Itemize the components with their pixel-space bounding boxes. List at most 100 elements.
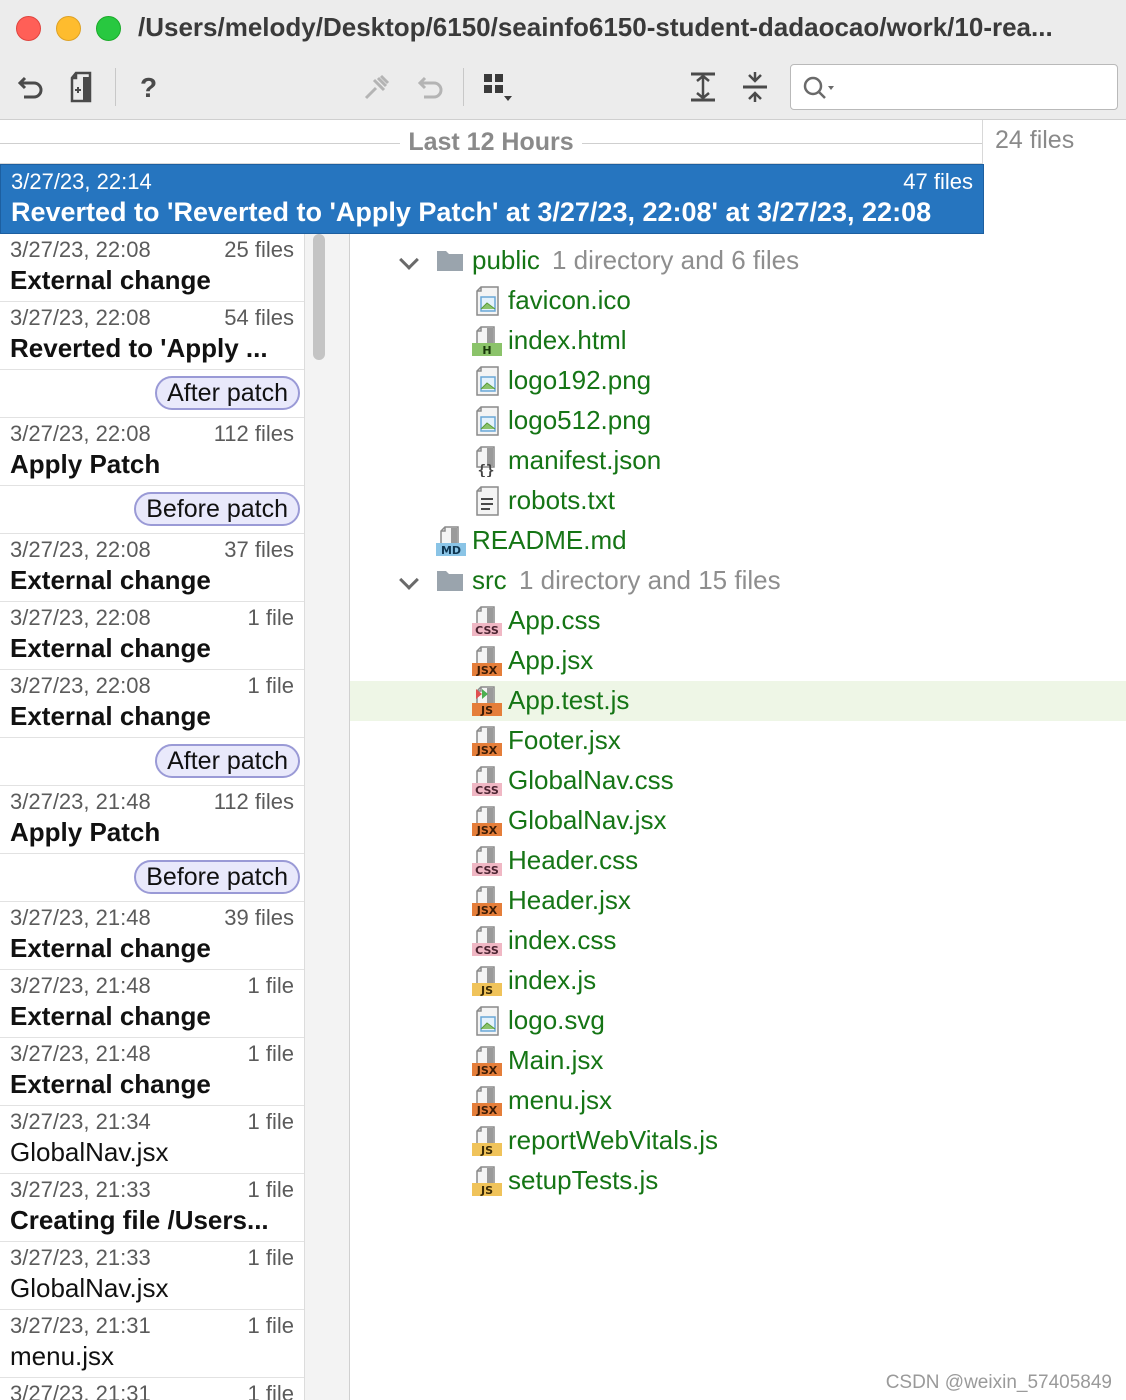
css-file-icon: CSS	[472, 605, 502, 637]
history-item-title: External change	[10, 1001, 211, 1031]
tree-file-row[interactable]: JSX GlobalNav.jsx	[350, 801, 1126, 841]
tree-file-row[interactable]: MD README.md	[350, 521, 1126, 561]
selected-history-item[interactable]: 3/27/23, 22:14 47 files Reverted to 'Rev…	[0, 164, 984, 234]
history-scrollbar[interactable]	[304, 234, 350, 1400]
tree-file-row[interactable]: CSS Header.css	[350, 841, 1126, 881]
tree-file-row[interactable]: JSX Main.jsx	[350, 1041, 1126, 1081]
tree-file-row[interactable]: {} manifest.json	[350, 441, 1126, 481]
history-item[interactable]: 3/27/23, 22:08 1 file External change	[0, 670, 304, 738]
history-item-file-count: 1 file	[247, 1313, 294, 1338]
history-item-date: 3/27/23, 21:33	[10, 1177, 151, 1202]
history-item-date: 3/27/23, 22:08	[10, 673, 151, 698]
history-list[interactable]: 3/27/23, 22:08 25 files External change 3/2…	[0, 234, 304, 1400]
history-item-date: 3/27/23, 21:34	[10, 1109, 151, 1134]
tree-file-row[interactable]: JS reportWebVitals.js	[350, 1121, 1126, 1161]
history-item-date: 3/27/23, 21:33	[10, 1245, 151, 1270]
image-file-icon	[472, 1005, 502, 1037]
history-item[interactable]: 3/27/23, 21:48 39 files External change	[0, 902, 304, 970]
tree-file-row[interactable]: Hindex.html	[350, 321, 1126, 361]
close-window-button[interactable]	[16, 16, 41, 41]
period-header: Last 12 Hours	[0, 120, 982, 164]
history-item-file-count: 1 file	[247, 605, 294, 630]
history-label-tag[interactable]: Before patch	[134, 492, 300, 526]
tree-folder-row[interactable]: src 1 directory and 15 files	[350, 561, 1126, 601]
tree-file-row[interactable]: logo512.png	[350, 401, 1126, 441]
history-item-date: 3/27/23, 21:31	[10, 1381, 151, 1400]
history-item[interactable]: 3/27/23, 21:34 1 file GlobalNav.jsx	[0, 1106, 304, 1174]
search-field[interactable]	[790, 64, 1118, 110]
tree-file-row[interactable]: robots.txt	[350, 481, 1126, 521]
tree-file-row[interactable]: CSS App.css	[350, 601, 1126, 641]
help-icon: ?	[140, 72, 157, 102]
history-item-title: Creating file /Users...	[10, 1205, 269, 1235]
revert-icon	[17, 76, 43, 99]
history-item-title: External change	[10, 265, 211, 295]
history-item-file-count: 1 file	[247, 1381, 294, 1400]
image-file-icon	[472, 405, 502, 437]
collapse-all-button[interactable]	[738, 70, 772, 104]
css-file-icon: CSS	[472, 845, 502, 877]
svg-text:JSX: JSX	[476, 744, 498, 757]
expand-all-button[interactable]	[686, 70, 720, 104]
tree-file-row[interactable]: JS App.test.js	[350, 681, 1126, 721]
tree-file-row[interactable]: JS setupTests.js	[350, 1161, 1126, 1201]
history-item[interactable]: 3/27/23, 21:31 1 file	[0, 1378, 304, 1400]
svg-text:JS: JS	[480, 704, 493, 717]
maximize-window-button[interactable]	[96, 16, 121, 41]
history-label-row[interactable]: After patch	[0, 370, 304, 418]
tree-file-name: Header.jsx	[508, 885, 631, 915]
history-item[interactable]: 3/27/23, 21:48 1 file External change	[0, 970, 304, 1038]
changed-files-tree[interactable]: public 1 directory and 6 files favicon.ico…	[350, 234, 1126, 1400]
scrollbar-thumb[interactable]	[313, 234, 325, 360]
expand-all-icon	[691, 72, 715, 102]
history-label-row[interactable]: Before patch	[0, 486, 304, 534]
history-label-row[interactable]: After patch	[0, 738, 304, 786]
tree-file-row[interactable]: JSX App.jsx	[350, 641, 1126, 681]
tree-file-row[interactable]: logo192.png	[350, 361, 1126, 401]
revert-button[interactable]	[14, 70, 48, 104]
svg-text:JSX: JSX	[476, 664, 498, 677]
svg-text:CSS: CSS	[475, 624, 499, 637]
history-label-row[interactable]: Before patch	[0, 854, 304, 902]
tree-file-name: setupTests.js	[508, 1165, 659, 1195]
search-input[interactable]	[839, 71, 1109, 103]
tree-folder-row[interactable]: public 1 directory and 6 files	[350, 241, 1126, 281]
history-label-tag[interactable]: After patch	[155, 376, 300, 410]
history-item[interactable]: 3/27/23, 21:48 1 file External change	[0, 1038, 304, 1106]
history-item[interactable]: 3/27/23, 22:08 25 files External change	[0, 234, 304, 302]
css-file-icon: CSS	[472, 925, 502, 957]
history-item-title: Reverted to 'Apply ...	[10, 333, 268, 363]
tree-file-row[interactable]: logo.svg	[350, 1001, 1126, 1041]
toolbar-separator	[115, 68, 116, 106]
svg-text:JS: JS	[480, 984, 493, 997]
group-by-button[interactable]	[480, 70, 514, 104]
tree-file-row[interactable]: CSS GlobalNav.css	[350, 761, 1126, 801]
create-patch-button[interactable]	[64, 70, 98, 104]
history-item[interactable]: 3/27/23, 21:33 1 file GlobalNav.jsx	[0, 1242, 304, 1310]
history-item[interactable]: 3/27/23, 22:08 1 file External change	[0, 602, 304, 670]
tree-file-row[interactable]: JSX menu.jsx	[350, 1081, 1126, 1121]
history-item-file-count: 1 file	[247, 1041, 294, 1066]
history-item[interactable]: 3/27/23, 21:31 1 file menu.jsx	[0, 1310, 304, 1378]
history-item-date: 3/27/23, 22:08	[10, 237, 151, 262]
history-item[interactable]: 3/27/23, 21:48 112 files Apply Patch	[0, 786, 304, 854]
tree-file-row[interactable]: JS index.js	[350, 961, 1126, 1001]
help-button[interactable]: ?	[130, 70, 164, 104]
tree-file-row[interactable]: JSX Footer.jsx	[350, 721, 1126, 761]
pin-icon	[364, 74, 390, 100]
history-label-tag[interactable]: Before patch	[134, 860, 300, 894]
pin-button[interactable]	[360, 70, 394, 104]
chevron-down-icon[interactable]	[399, 570, 419, 590]
tree-file-row[interactable]: JSX Header.jsx	[350, 881, 1126, 921]
minimize-window-button[interactable]	[56, 16, 81, 41]
history-item[interactable]: 3/27/23, 22:08 54 files Reverted to 'Apply…	[0, 302, 304, 370]
history-item-title: External change	[10, 1069, 211, 1099]
chevron-down-icon[interactable]	[399, 250, 419, 270]
tree-file-row[interactable]: CSS index.css	[350, 921, 1126, 961]
history-label-tag[interactable]: After patch	[155, 744, 300, 778]
history-item[interactable]: 3/27/23, 22:08 112 files Apply Patch	[0, 418, 304, 486]
history-item[interactable]: 3/27/23, 21:33 1 file Creating file /Users…	[0, 1174, 304, 1242]
history-item[interactable]: 3/27/23, 22:08 37 files External change	[0, 534, 304, 602]
tree-file-row[interactable]: favicon.ico	[350, 281, 1126, 321]
undo-button[interactable]	[414, 70, 448, 104]
